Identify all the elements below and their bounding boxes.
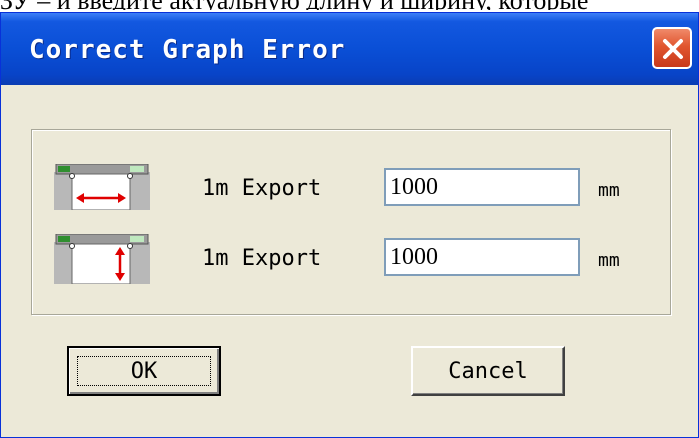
ok-button[interactable]: OK xyxy=(67,346,221,396)
title-bar[interactable]: Correct Graph Error xyxy=(1,13,698,85)
horizontal-dimension-icon xyxy=(54,164,150,210)
width-input[interactable] xyxy=(384,168,580,206)
dimensions-group: 1m Export mm 1m Export mm xyxy=(31,129,671,315)
height-unit: mm xyxy=(598,250,620,271)
width-label: 1m Export xyxy=(202,176,322,201)
vertical-dimension-icon xyxy=(54,234,150,284)
close-button[interactable] xyxy=(652,27,692,69)
width-row: 1m Export mm xyxy=(32,164,670,214)
width-unit: mm xyxy=(598,180,620,201)
height-row: 1m Export mm xyxy=(32,234,670,284)
height-label: 1m Export xyxy=(202,246,322,271)
close-icon xyxy=(663,39,683,59)
background-text: ЗУ – и введите актуальную длину и ширину… xyxy=(0,0,699,10)
ok-label: OK xyxy=(130,359,158,384)
dialog-title: Correct Graph Error xyxy=(29,35,346,65)
height-input[interactable] xyxy=(384,238,580,276)
cancel-label: Cancel xyxy=(448,359,528,384)
cancel-button[interactable]: Cancel xyxy=(411,346,565,396)
correct-graph-error-dialog: Correct Graph Error 1m Export mm xyxy=(0,12,699,438)
